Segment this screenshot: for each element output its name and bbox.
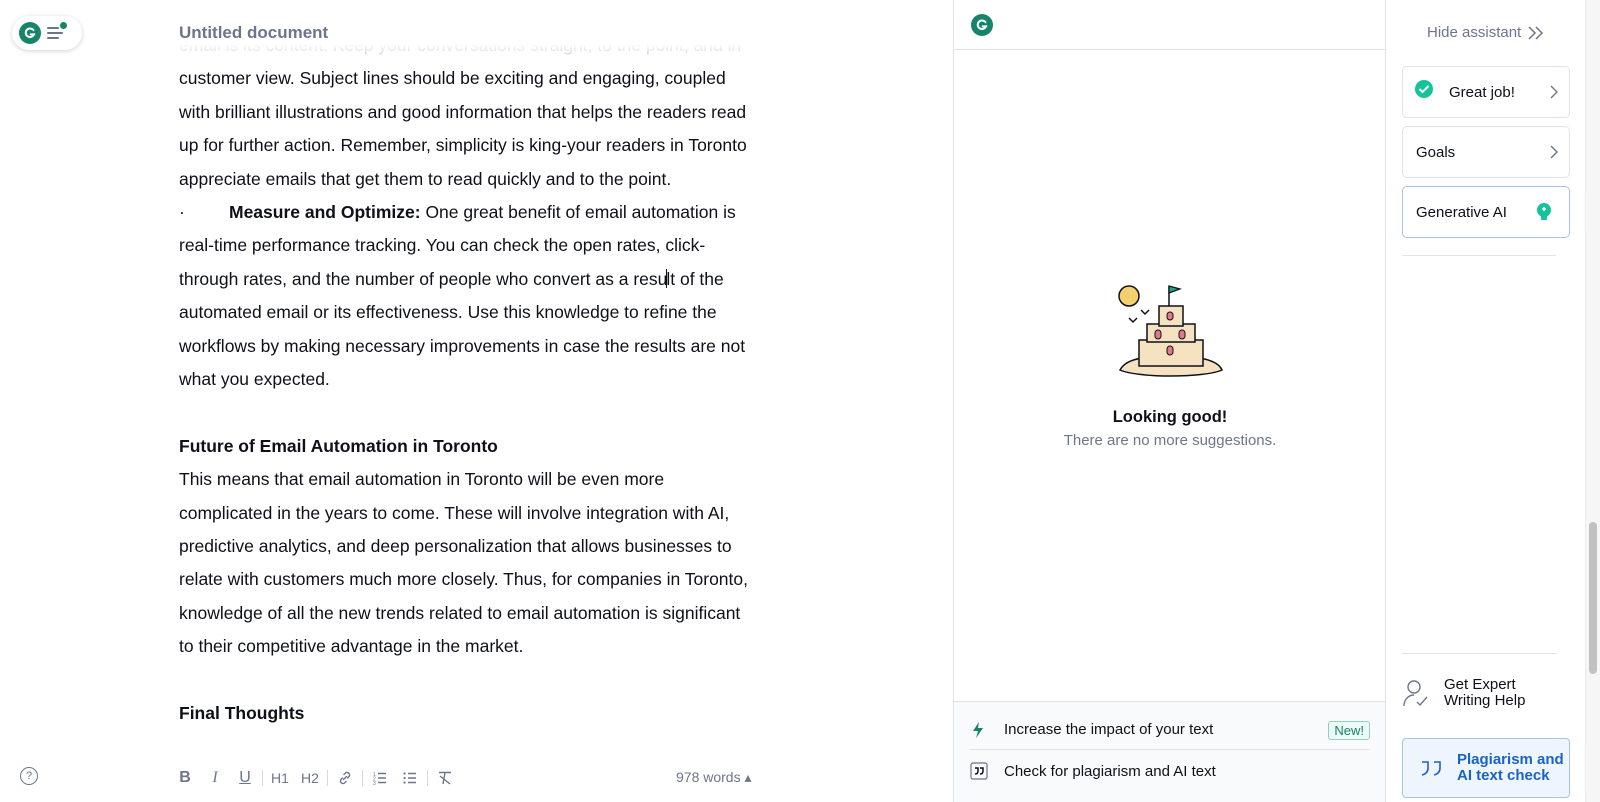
text-line: real-time performance tracking. You can … (179, 235, 706, 256)
empty-state-title: Looking good! (1112, 408, 1228, 426)
great-job-label: Great job! (1449, 83, 1515, 101)
plagiarism-line-1: Plagiarism and (1457, 751, 1564, 768)
quote-icon (970, 762, 1004, 780)
text-line: up for further action. Remember, simplic… (179, 135, 747, 156)
expert-person-icon (1403, 680, 1428, 707)
assistant-header (954, 0, 1385, 50)
quote-icon (1421, 761, 1441, 776)
goals-card[interactable]: Goals (1402, 126, 1570, 178)
empty-state-subtitle: There are no more suggestions. (1063, 432, 1277, 449)
assistant-footer: Increase the impact of your text New! Ch… (954, 701, 1386, 802)
impact-promo-label: Increase the impact of your text (1004, 721, 1214, 738)
right-sidebar: Hide assistant Great job! Goals Generati… (1385, 0, 1585, 802)
text-line: to their competitive advantage in the ma… (179, 636, 524, 657)
lightning-icon (970, 721, 1004, 739)
text-line: relate with customers much more closely.… (179, 569, 748, 590)
expert-writing-help-button[interactable]: Get Expert Writing Help (1402, 673, 1570, 713)
check-circle-icon (1415, 80, 1433, 98)
bullet-bold-lead: Measure and Optimize: (229, 202, 421, 223)
text-line: appreciate emails that get them to read … (179, 168, 672, 189)
generative-ai-card[interactable]: Generative AI (1402, 186, 1570, 238)
text-line: complicated in the years to come. These … (179, 502, 730, 523)
double-chevron-right-icon (1528, 25, 1544, 40)
expert-line-1: Get Expert (1444, 676, 1516, 693)
text-line: customer view. Subject lines should be e… (179, 68, 726, 89)
grammarly-logo-icon (971, 14, 993, 36)
clear-format-icon[interactable] (430, 766, 460, 790)
plagiarism-line-2: AI text check (1457, 767, 1550, 784)
italic-icon[interactable]: I (200, 766, 230, 790)
scrollbar[interactable] (1585, 0, 1600, 802)
svg-text:3: 3 (373, 781, 376, 786)
goals-label: Goals (1416, 143, 1456, 161)
text-line: workflows by making necessary improvemen… (179, 335, 746, 356)
section-heading: Future of Email Automation in Toronto (179, 435, 498, 456)
text-line: with brilliant illustrations and good in… (179, 101, 747, 122)
grammarly-logo-icon (19, 22, 41, 44)
grammarly-menu-button[interactable] (12, 16, 82, 50)
impact-promo-button[interactable]: Increase the impact of your text New! (970, 710, 1370, 750)
underline-icon[interactable]: U (230, 766, 260, 790)
word-count[interactable]: 978 words ▴ (676, 769, 752, 786)
menu-icon (47, 22, 69, 41)
chevron-right-icon (1550, 145, 1558, 159)
document-body[interactable]: email is its content. Keep your conversa… (179, 44, 819, 730)
new-badge: New! (1328, 721, 1370, 740)
heading2-icon[interactable]: H2 (295, 766, 325, 790)
plagiarism-check-button[interactable]: Plagiarism and AI text check (1402, 738, 1570, 798)
expert-line-2: Writing Help (1444, 692, 1526, 709)
numbered-list-icon[interactable]: 123 (365, 766, 395, 790)
plagiarism-promo-label: Check for plagiarism and AI text (1004, 762, 1216, 780)
sandcastle-illustration (1118, 285, 1223, 377)
text-line: predictive analytics, and deep personali… (179, 536, 732, 557)
scrollbar-thumb[interactable] (1589, 522, 1597, 674)
assistant-panel: Looking good! There are no more suggesti… (953, 0, 1386, 802)
text-line: email is its content. Keep your conversa… (179, 44, 742, 55)
section-heading: Final Thoughts (179, 703, 305, 724)
text-line: automated email or its effectiveness. Us… (179, 302, 717, 323)
help-icon[interactable]: ? (20, 767, 38, 785)
bullet-mark: · (179, 202, 185, 223)
great-job-card[interactable]: Great job! (1402, 66, 1570, 118)
chevron-right-icon (1550, 85, 1558, 99)
hide-assistant-button[interactable]: Hide assistant (1427, 24, 1545, 41)
heading1-icon[interactable]: H1 (265, 766, 295, 790)
document-title[interactable]: Untitled document (179, 23, 328, 43)
text-line: This means that email automation in Toro… (179, 469, 665, 490)
empty-state: Looking good! There are no more suggesti… (954, 280, 1386, 449)
plagiarism-promo-button[interactable]: Check for plagiarism and AI text (970, 751, 1370, 791)
text-line: knowledge of all the new trends related … (179, 602, 741, 623)
text-line: what you expected. (179, 369, 330, 390)
lightbulb-icon (1537, 203, 1551, 220)
link-icon[interactable] (330, 766, 360, 790)
bulleted-list-icon[interactable] (395, 766, 425, 790)
hide-assistant-label: Hide assistant (1427, 24, 1522, 41)
bullet-item: · Measure and Optimize: One great benefit… (179, 196, 819, 396)
formatting-toolbar: B I U H1 H2 123 (170, 766, 460, 790)
generative-ai-label: Generative AI (1416, 203, 1507, 221)
bold-icon[interactable]: B (170, 766, 200, 790)
